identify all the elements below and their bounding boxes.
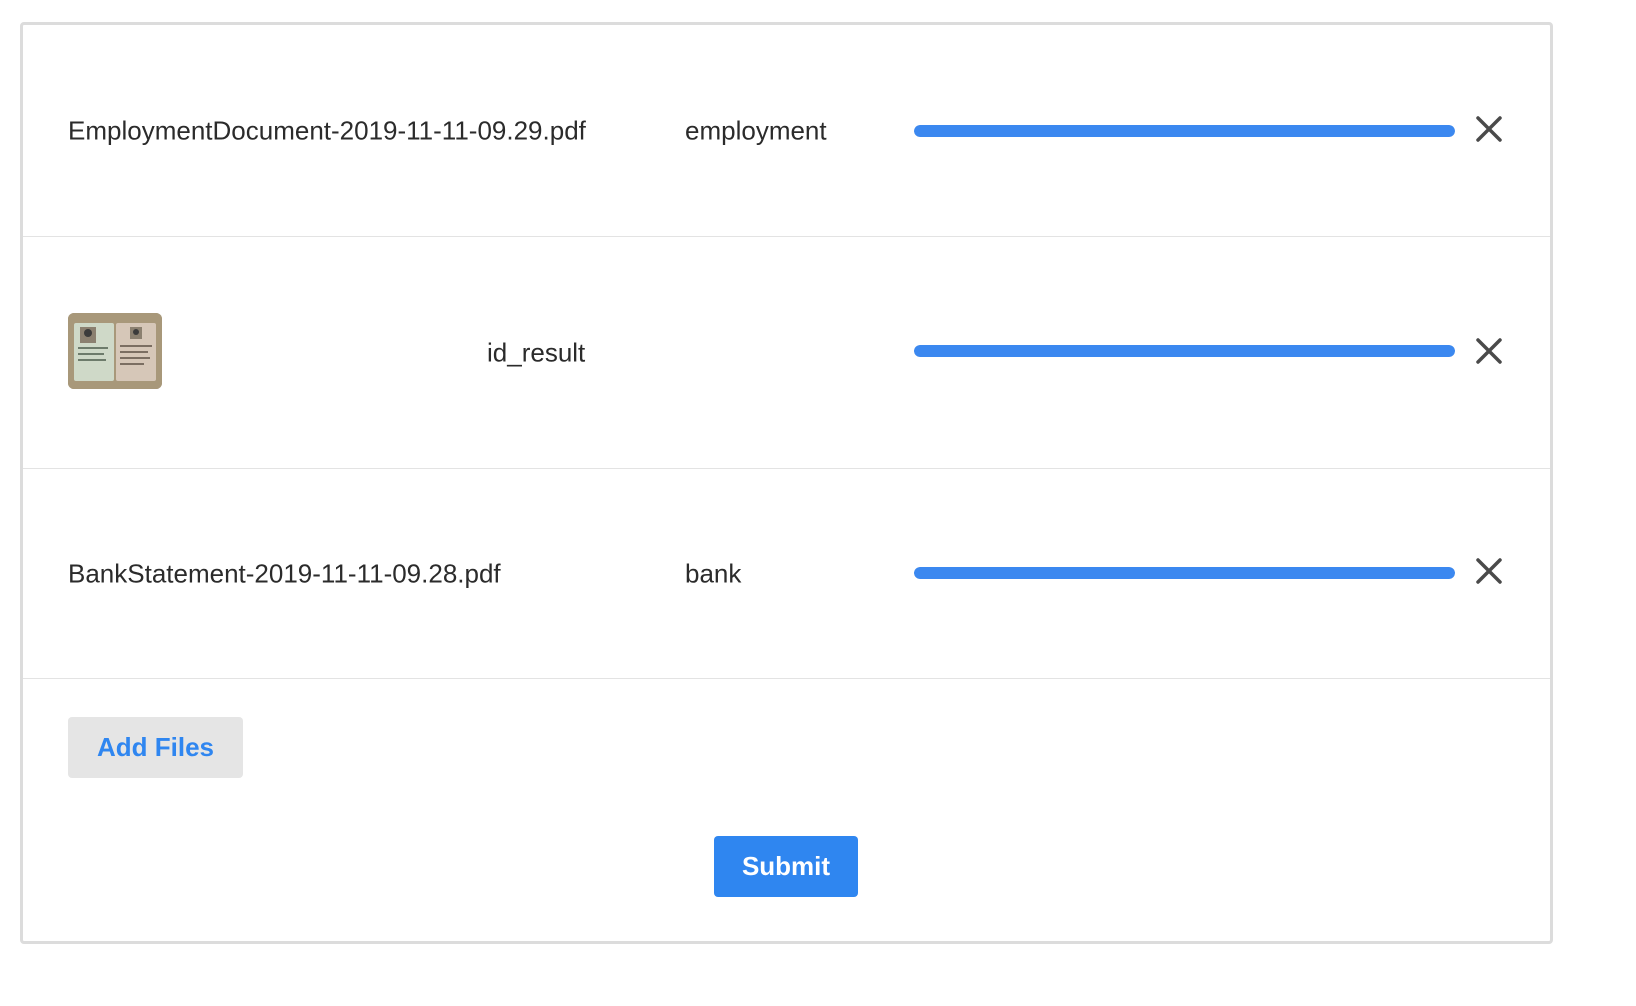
upload-progress-bar bbox=[914, 567, 1455, 579]
close-icon bbox=[1476, 338, 1502, 364]
upload-progress-fill bbox=[914, 567, 1455, 579]
upload-progress-bar bbox=[914, 345, 1455, 357]
file-name: EmploymentDocument-2019-11-11-09.29.pdf bbox=[68, 115, 586, 146]
file-row: BankStatement-2019-11-11-09.28.pdf bank bbox=[23, 469, 1550, 679]
file-category: employment bbox=[685, 115, 827, 146]
close-icon bbox=[1476, 558, 1502, 584]
file-row: id_result bbox=[23, 237, 1550, 469]
submit-button[interactable]: Submit bbox=[714, 836, 858, 897]
remove-file-button[interactable] bbox=[1473, 335, 1505, 367]
upload-progress-fill bbox=[914, 125, 1455, 137]
upload-panel: EmploymentDocument-2019-11-11-09.29.pdf … bbox=[20, 22, 1553, 944]
file-name: BankStatement-2019-11-11-09.28.pdf bbox=[68, 558, 501, 589]
remove-file-button[interactable] bbox=[1473, 113, 1505, 145]
add-files-button[interactable]: Add Files bbox=[68, 717, 243, 778]
upload-progress-bar bbox=[914, 125, 1455, 137]
id-card-thumbnail bbox=[68, 313, 162, 389]
file-category: bank bbox=[685, 558, 742, 589]
upload-progress-fill bbox=[914, 345, 1455, 357]
file-category: id_result bbox=[487, 337, 586, 368]
remove-file-button[interactable] bbox=[1473, 555, 1505, 587]
id-card-image bbox=[68, 313, 162, 389]
file-row: EmploymentDocument-2019-11-11-09.29.pdf … bbox=[23, 25, 1550, 237]
close-icon bbox=[1476, 116, 1502, 142]
